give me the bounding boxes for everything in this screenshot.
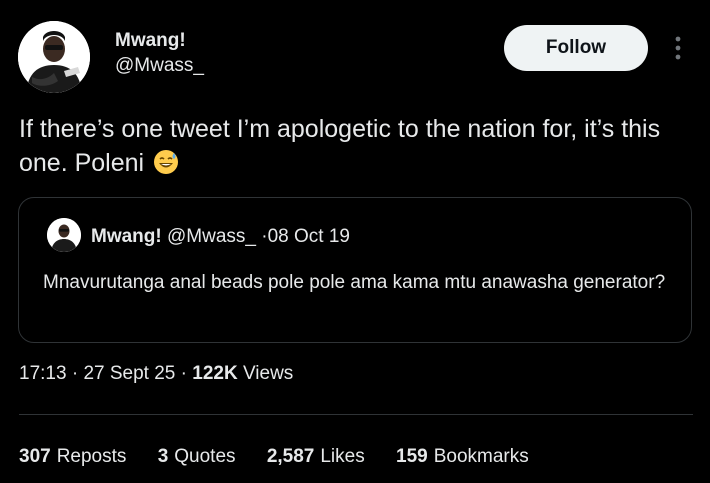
quoted-avatar[interactable]: [47, 218, 81, 252]
bookmarks-count: 159: [396, 446, 428, 467]
avatar[interactable]: [18, 21, 90, 93]
quoted-date: 08 Oct 19: [267, 226, 350, 247]
reposts-label: Reposts: [56, 446, 127, 467]
tweet-date[interactable]: 27 Sept 25: [83, 363, 175, 384]
more-vertical-icon[interactable]: [670, 34, 686, 64]
divider: [19, 414, 693, 415]
meta-separator: ·: [180, 363, 187, 384]
quoted-tweet-text: Mnavurutanga anal beads pole pole ama ka…: [43, 272, 666, 293]
quoted-author-handle: @Mwass_: [167, 226, 256, 247]
tweet-meta: 17:13 · 27 Sept 25 · 122K Views: [19, 363, 293, 385]
reposts-count: 307: [19, 446, 51, 467]
quotes-label: Quotes: [174, 446, 236, 467]
engagement-stats: 307 Reposts 3 Quotes 2,587 Likes 159 Bookmar…: [19, 446, 555, 468]
tweet-text: If there’s one tweet I’m apologetic to t…: [19, 112, 699, 180]
tweet-time[interactable]: 17:13: [19, 363, 67, 384]
quotes-stat[interactable]: 3 Quotes: [158, 446, 236, 468]
author-name[interactable]: Mwang!: [115, 30, 186, 52]
meta-separator: ·: [71, 363, 79, 384]
tweet-body: If there’s one tweet I’m apologetic to t…: [19, 115, 661, 177]
follow-button[interactable]: Follow: [504, 25, 648, 71]
views-count: 122K: [192, 363, 238, 384]
quoted-tweet-card[interactable]: Mwang! @Mwass_ ·08 Oct 19 Mnavurutanga a…: [18, 197, 692, 343]
views-label: Views: [242, 363, 294, 384]
reposts-stat[interactable]: 307 Reposts: [19, 446, 126, 468]
author-handle[interactable]: @Mwass_: [115, 55, 204, 77]
grinning-sweat-emoji-icon: [153, 149, 179, 175]
likes-count: 2,587: [266, 446, 315, 467]
bookmarks-label: Bookmarks: [433, 446, 529, 467]
quoted-header: Mwang! @Mwass_ ·08 Oct 19: [91, 226, 350, 248]
likes-label: Likes: [320, 446, 365, 467]
quoted-author-name: Mwang!: [91, 226, 162, 247]
quotes-count: 3: [157, 446, 169, 467]
bookmarks-stat[interactable]: 159 Bookmarks: [396, 446, 529, 468]
likes-stat[interactable]: 2,587 Likes: [267, 446, 365, 468]
